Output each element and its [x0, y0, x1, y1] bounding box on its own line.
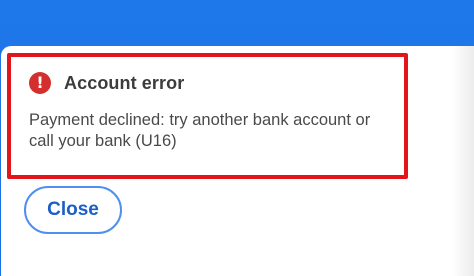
alert-message: Payment declined: try another bank accou… [29, 111, 371, 150]
error-icon: ! [29, 72, 51, 94]
close-button[interactable]: Close [24, 186, 122, 234]
alert-header: ! Account error [29, 72, 184, 94]
card-edge-shade [452, 46, 474, 276]
alert-title: Account error [64, 72, 185, 93]
